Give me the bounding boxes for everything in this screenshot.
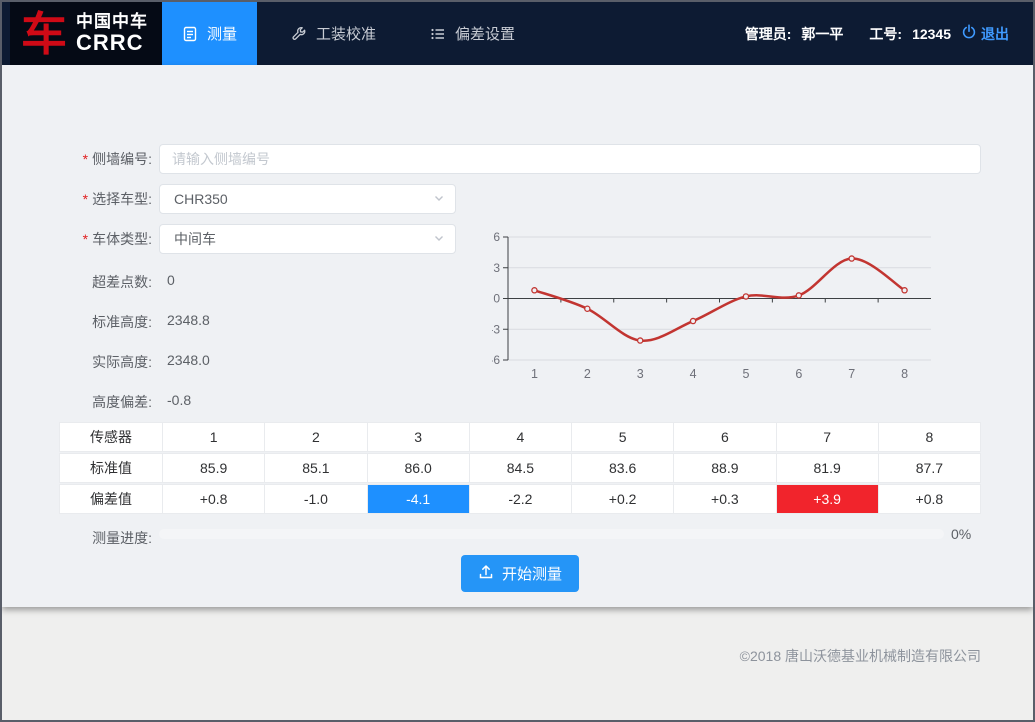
tab-measure-label: 测量 [207, 23, 237, 44]
out-of-tolerance-value: 0 [167, 272, 175, 288]
table-cell: 85.9 [162, 454, 264, 482]
document-icon [182, 26, 198, 42]
car-body-type-value: 中间车 [174, 229, 216, 249]
power-icon [961, 24, 977, 43]
svg-text:4: 4 [690, 367, 697, 381]
deviation-line-chart: 6 3 0 -3 -6 1 2 3 4 5 6 7 8 [492, 228, 977, 393]
logo-name-en: CRRC [76, 31, 148, 54]
car-body-type-label: *车体类型: [32, 224, 152, 254]
progress-percent: 0% [951, 526, 971, 542]
table-cell: -1.0 [264, 485, 366, 513]
sidewall-number-label: *侧墙编号: [32, 144, 152, 174]
list-icon [430, 26, 446, 42]
svg-text:3: 3 [637, 367, 644, 381]
table-cell: -4.1 [367, 485, 469, 513]
tab-measure[interactable]: 测量 [162, 2, 257, 65]
train-model-value: CHR350 [174, 191, 228, 207]
required-asterisk: * [83, 231, 88, 247]
table-row: 偏差值+0.8-1.0-4.1-2.2+0.2+0.3+3.9+0.8 [59, 484, 981, 514]
svg-text:-6: -6 [492, 353, 500, 367]
app-window: 车 中国中车 CRRC 测量 工装校准 [0, 0, 1035, 722]
table-cell: 85.1 [264, 454, 366, 482]
required-asterisk: * [83, 151, 88, 167]
table-cell: 83.6 [571, 454, 673, 482]
tab-tooling-label: 工装校准 [316, 23, 376, 44]
row-header-cell: 标准值 [60, 454, 162, 482]
tab-deviation-settings[interactable]: 偏差设置 [410, 2, 535, 65]
row-header-cell: 传感器 [60, 423, 162, 451]
table-cell: 3 [367, 423, 469, 451]
table-cell: 7 [776, 423, 878, 451]
table-cell: 87.7 [878, 454, 980, 482]
row-header-cell: 偏差值 [60, 485, 162, 513]
logout-button[interactable]: 退出 [961, 24, 1009, 44]
table-cell: 6 [673, 423, 775, 451]
out-of-tolerance-label: 超差点数: [32, 272, 152, 292]
nav-tabs: 测量 工装校准 偏差设置 [162, 2, 549, 65]
table-cell: 88.9 [673, 454, 775, 482]
svg-text:8: 8 [901, 367, 908, 381]
tab-deviation-label: 偏差设置 [455, 23, 515, 44]
svg-text:1: 1 [531, 367, 538, 381]
svg-text:6: 6 [493, 230, 500, 244]
progress-bar [159, 529, 944, 539]
table-cell: 4 [469, 423, 571, 451]
table-cell: 5 [571, 423, 673, 451]
chevron-down-icon [433, 191, 445, 207]
worker-id: 12345 [912, 26, 951, 42]
worker-id-label: 工号: [869, 24, 902, 44]
svg-text:7: 7 [848, 367, 855, 381]
sensor-table: 传感器12345678标准值85.985.186.084.583.688.981… [59, 422, 981, 515]
svg-text:-3: -3 [492, 322, 500, 336]
svg-text:0: 0 [493, 292, 500, 306]
actual-height-label: 实际高度: [32, 352, 152, 372]
chevron-down-icon [433, 231, 445, 247]
crrc-emblem-icon: 车 [20, 10, 68, 58]
table-cell: 2 [264, 423, 366, 451]
logo-name-cn: 中国中车 [76, 13, 148, 31]
height-deviation-label: 高度偏差: [32, 392, 152, 412]
table-cell: 86.0 [367, 454, 469, 482]
start-measure-label: 开始测量 [502, 563, 562, 584]
svg-text:6: 6 [795, 367, 802, 381]
table-cell: -2.2 [469, 485, 571, 513]
table-cell: +3.9 [776, 485, 878, 513]
copyright-text: ©2018 唐山沃德基业机械制造有限公司 [740, 646, 981, 666]
upload-icon [478, 564, 494, 584]
train-model-select[interactable]: CHR350 [159, 184, 456, 214]
crrc-logo: 车 中国中车 CRRC [10, 2, 162, 65]
table-row: 标准值85.985.186.084.583.688.981.987.7 [59, 453, 981, 483]
table-cell: +0.8 [878, 485, 980, 513]
height-deviation-value: -0.8 [167, 392, 191, 408]
table-cell: 81.9 [776, 454, 878, 482]
actual-height-value: 2348.0 [167, 352, 210, 368]
admin-name: 郭一平 [801, 24, 843, 44]
car-body-type-select[interactable]: 中间车 [159, 224, 456, 254]
table-cell: +0.3 [673, 485, 775, 513]
table-cell: 84.5 [469, 454, 571, 482]
standard-height-label: 标准高度: [32, 312, 152, 332]
table-cell: +0.2 [571, 485, 673, 513]
svg-text:5: 5 [742, 367, 749, 381]
logout-label: 退出 [981, 24, 1009, 44]
top-navbar: 车 中国中车 CRRC 测量 工装校准 [2, 2, 1033, 65]
tab-tooling-calibration[interactable]: 工装校准 [271, 2, 396, 65]
standard-height-value: 2348.8 [167, 312, 210, 328]
svg-text:3: 3 [493, 261, 500, 275]
user-info-area: 管理员: 郭一平 工号: 12345 退出 [745, 2, 1033, 65]
train-model-label: *选择车型: [32, 184, 152, 214]
measure-progress-label: 测量进度: [32, 528, 152, 548]
main-content: *侧墙编号: *选择车型: CHR350 *车体类型: 中间车 超差点数: 0 … [2, 65, 1033, 607]
required-asterisk: * [83, 191, 88, 207]
table-row: 传感器12345678 [59, 422, 981, 452]
svg-text:2: 2 [584, 367, 591, 381]
sidewall-number-input[interactable] [159, 144, 981, 174]
admin-role-label: 管理员: [745, 24, 792, 44]
table-cell: 1 [162, 423, 264, 451]
table-cell: 8 [878, 423, 980, 451]
start-measure-button[interactable]: 开始测量 [461, 555, 579, 592]
table-cell: +0.8 [162, 485, 264, 513]
wrench-icon [291, 26, 307, 42]
